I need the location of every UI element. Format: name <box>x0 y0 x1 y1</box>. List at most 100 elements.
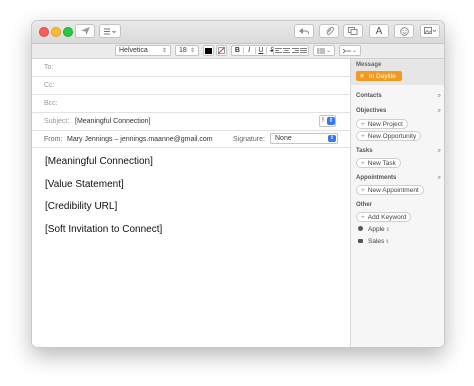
align-right-icon[interactable] <box>291 47 299 54</box>
cc-label: Cc: <box>44 82 55 89</box>
search-icon[interactable]: ⌕ <box>438 175 441 182</box>
indent-select[interactable]: ⌄ <box>339 45 361 56</box>
search-icon[interactable]: ⌕ <box>438 108 441 115</box>
title-bar: A <box>32 21 444 44</box>
new-opportunity-label: New Opportunity <box>367 132 417 140</box>
photo-browser-icon <box>348 27 358 35</box>
plus-icon: + <box>361 132 365 140</box>
attach-button[interactable] <box>319 24 339 38</box>
format-bar: Helvetica ⇕ 18 ⇕ B I U S ⌄ <box>32 44 444 59</box>
text-style-group: B I U S <box>231 45 279 56</box>
font-size-select[interactable]: 18 ⇕ <box>175 45 199 56</box>
photo-button[interactable] <box>420 24 440 38</box>
in-daylite-label: In Daylite <box>368 72 396 80</box>
cc-field[interactable]: Cc: <box>32 77 350 95</box>
new-project-button[interactable]: + New Project <box>356 119 408 129</box>
subject-value[interactable]: [Meaningful Connection] <box>75 118 151 125</box>
plus-icon: + <box>361 186 365 194</box>
body-line[interactable]: [Soft Invitation to Connect] <box>45 224 162 235</box>
priority-icon: ! <box>322 117 324 124</box>
undo-icon <box>299 27 309 34</box>
daylite-sidebar: Message ☀ In Daylite Contacts ⌕ Objectiv… <box>350 59 444 347</box>
smiley-icon <box>399 26 409 36</box>
bullet-list-icon <box>317 47 325 54</box>
chevron-updown-icon: ⇕ <box>327 117 335 125</box>
signature-value: None <box>275 135 292 142</box>
from-value[interactable]: Mary Jennings – jennings.maanne@gmail.co… <box>67 136 213 143</box>
underline-button[interactable]: U <box>256 47 268 54</box>
font-button[interactable]: A <box>369 24 389 38</box>
body-line[interactable]: [Meaningful Connection] <box>45 156 153 167</box>
body-line[interactable]: [Value Statement] <box>45 179 124 190</box>
mail-compose-window: A Helvetica ⇕ 18 ⇕ B I U S <box>31 20 445 348</box>
objectives-label: Objectives <box>356 108 387 114</box>
add-keyword-button[interactable]: + Add Keyword <box>356 212 412 222</box>
minimize-window-button[interactable] <box>51 27 61 37</box>
new-task-button[interactable]: + New Task <box>356 158 401 168</box>
chevron-updown-icon: ⇕ <box>328 135 336 142</box>
other-label: Other <box>356 202 373 208</box>
chevron-updown-icon: ⇕ <box>161 48 167 54</box>
from-label: From: <box>44 136 63 143</box>
font-size-value: 18 <box>179 47 187 54</box>
send-icon <box>80 27 90 35</box>
photo-browser-button[interactable] <box>343 24 363 38</box>
chevron-down-icon: ⌄ <box>351 48 357 54</box>
close-window-button[interactable] <box>39 27 49 37</box>
from-row: From: Mary Jennings – jennings.maanne@gm… <box>32 131 350 148</box>
color-swatch <box>205 47 212 54</box>
subject-field[interactable]: Subject: [Meaningful Connection] ! ⇕ <box>32 113 350 131</box>
new-appointment-label: New Appointment <box>367 186 419 194</box>
bcc-field[interactable]: Bcc: <box>32 95 350 113</box>
chevron-updown-icon: ⇕ <box>385 239 390 245</box>
add-keyword-label: Add Keyword <box>367 213 407 221</box>
list-style-select[interactable]: ⌄ <box>313 45 335 56</box>
new-appointment-button[interactable]: + New Appointment <box>356 185 424 195</box>
plus-icon: + <box>361 120 365 128</box>
plus-icon: + <box>361 159 365 167</box>
appointments-label: Appointments <box>356 175 397 181</box>
body-line[interactable]: [Credibility URL] <box>45 201 117 212</box>
bold-button[interactable]: B <box>232 47 244 54</box>
emoji-button[interactable] <box>394 24 414 38</box>
font-family-select[interactable]: Helvetica ⇕ <box>115 45 171 56</box>
background-color-button[interactable] <box>216 45 227 56</box>
alignment-group <box>273 45 309 56</box>
font-family-value: Helvetica <box>119 47 148 54</box>
justify-icon[interactable] <box>300 47 308 54</box>
priority-button[interactable]: ! ⇕ <box>319 115 336 127</box>
zoom-window-button[interactable] <box>63 27 73 37</box>
new-opportunity-button[interactable]: + New Opportunity <box>356 131 422 141</box>
sun-icon: ☀ <box>359 73 365 80</box>
new-task-label: New Task <box>367 159 396 167</box>
align-left-icon[interactable] <box>274 47 282 54</box>
sales-label: Sales <box>368 238 385 245</box>
tasks-label: Tasks <box>356 148 373 154</box>
italic-button[interactable]: I <box>244 47 256 54</box>
apple-label: Apple <box>368 226 385 233</box>
message-label: Message <box>356 62 382 68</box>
in-daylite-button[interactable]: ☀ In Daylite <box>356 71 402 81</box>
to-field[interactable]: To: <box>32 59 350 77</box>
sales-category[interactable]: Sales⇕ <box>358 238 389 245</box>
list-icon <box>104 28 116 34</box>
contacts-label: Contacts <box>356 93 382 99</box>
signature-select[interactable]: None ⇕ <box>270 133 338 144</box>
subject-label: Subject: <box>44 118 70 125</box>
align-center-icon[interactable] <box>283 47 291 54</box>
header-fields-button[interactable] <box>99 24 121 38</box>
compose-area: To: Cc: Bcc: Subject: [Meaningful Connec… <box>32 59 350 347</box>
bcc-label: Bcc: <box>44 100 58 107</box>
search-icon[interactable]: ⌕ <box>438 93 441 100</box>
new-project-label: New Project <box>367 120 403 128</box>
chevron-updown-icon: ⇕ <box>385 227 390 233</box>
text-color-button[interactable] <box>203 45 214 56</box>
no-color-icon <box>218 47 225 54</box>
chevron-down-icon: ⌄ <box>325 48 331 54</box>
indent-icon <box>343 48 351 53</box>
image-icon <box>423 27 436 34</box>
search-icon[interactable]: ⌕ <box>438 148 441 155</box>
apple-keyword[interactable]: Apple⇕ <box>358 226 390 233</box>
send-button[interactable] <box>75 24 95 38</box>
reply-undo-button[interactable] <box>294 24 314 38</box>
